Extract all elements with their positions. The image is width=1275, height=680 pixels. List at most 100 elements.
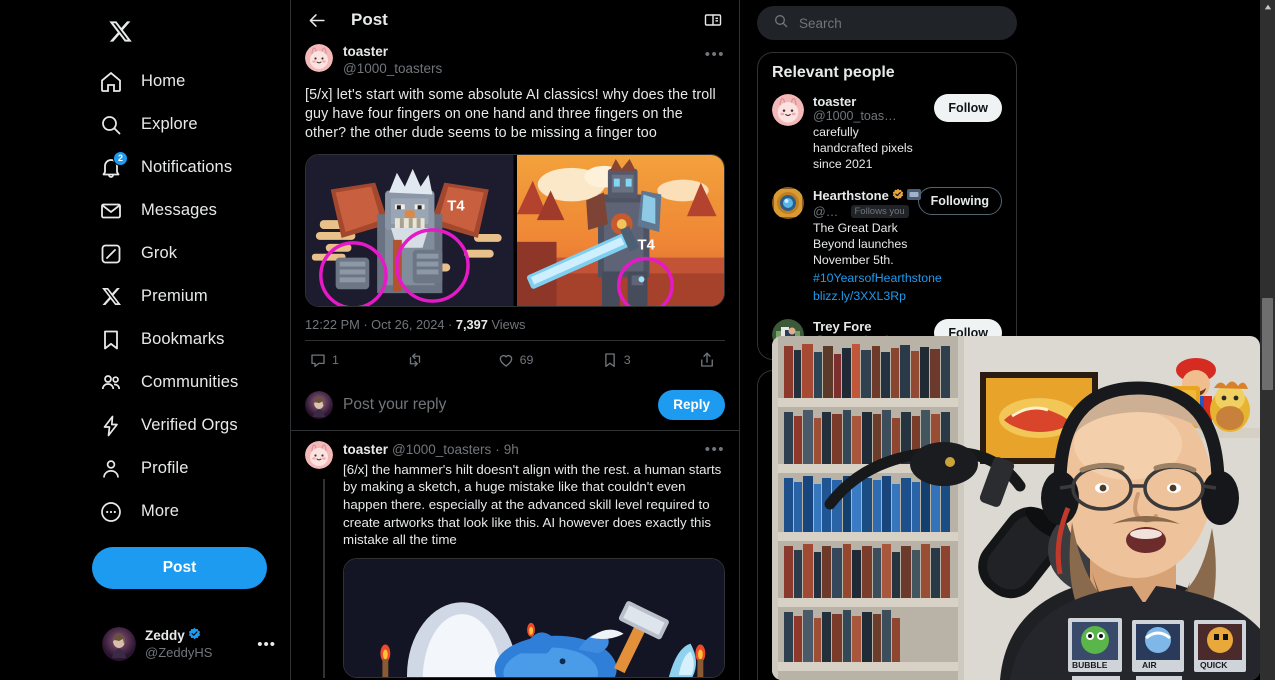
reply-menu-icon[interactable]: ••• xyxy=(705,441,725,458)
sidebar-item-label: Communities xyxy=(141,373,239,391)
search-icon xyxy=(773,13,789,34)
sidebar-item-label: Grok xyxy=(141,244,178,262)
post-media-image-knight[interactable]: T4 xyxy=(516,154,724,306)
svg-text:BUBBLE: BUBBLE xyxy=(1072,660,1108,670)
reply-submit-button[interactable]: Reply xyxy=(658,389,725,420)
reply-media-image[interactable] xyxy=(343,558,725,678)
post-menu-icon[interactable]: ••• xyxy=(705,44,725,63)
scrollbar-thumb[interactable] xyxy=(1262,298,1273,390)
sidebar-item-premium[interactable]: Premium xyxy=(90,275,272,318)
sidebar-item-messages[interactable]: Messages xyxy=(90,189,272,232)
person-name[interactable]: toaster xyxy=(813,94,856,109)
avatar xyxy=(305,390,333,419)
post-author-handle[interactable]: @1000_toasters xyxy=(343,61,695,78)
back-arrow-icon[interactable] xyxy=(305,8,329,32)
sidebar-item-bookmarks[interactable]: Bookmarks xyxy=(90,318,272,361)
avatar[interactable] xyxy=(305,440,333,469)
post-author-names: toaster @1000_toasters xyxy=(343,44,695,78)
post-button[interactable]: Post xyxy=(92,547,267,589)
sidebar-item-home[interactable]: Home xyxy=(90,60,272,103)
reply-text: [6/x] the hammer's hilt doesn't align wi… xyxy=(343,461,722,548)
people-icon xyxy=(98,370,124,396)
post-text: [5/x] let's start with some absolute AI … xyxy=(305,86,716,142)
account-names: Zeddy @ZeddyHS xyxy=(145,627,248,660)
meta-sep-1: · xyxy=(363,316,368,332)
avatar[interactable] xyxy=(305,44,333,72)
sidebar-item-communities[interactable]: Communities xyxy=(90,361,272,404)
person-link[interactable]: blizz.ly/3XXL3Rp xyxy=(813,289,909,305)
relevant-people-title: Relevant people xyxy=(772,64,895,81)
account-name: Zeddy xyxy=(145,628,185,644)
bookmark-count: 3 xyxy=(623,353,631,368)
sidebar-item-more[interactable]: More xyxy=(90,490,272,533)
sidebar-item-grok[interactable]: Grok xyxy=(90,232,272,275)
bookmark-action[interactable]: 3 xyxy=(601,351,631,369)
person-info: Hearthstone @PlayHeartl Follows you The … xyxy=(813,187,942,305)
post-time: 12:22 PM xyxy=(305,316,360,332)
thread-connector xyxy=(323,478,325,678)
person-handle: @1000_toasters xyxy=(813,109,899,123)
page-scrollbar[interactable] xyxy=(1260,0,1275,680)
reply-input[interactable] xyxy=(343,395,649,414)
post-timeline-column: Post toaster @1000_toasters ••• [5/x] le… xyxy=(290,0,740,680)
like-action[interactable]: 69 xyxy=(497,351,533,369)
meta-sep-2: · xyxy=(448,316,453,332)
account-menu-icon[interactable]: ••• xyxy=(257,636,276,653)
person-name[interactable]: Hearthstone xyxy=(813,188,889,203)
scrollbar-up-arrow[interactable] xyxy=(1260,0,1275,14)
x-logo[interactable] xyxy=(96,8,144,54)
sidebar-item-label: Messages xyxy=(141,201,218,219)
following-button[interactable]: Following xyxy=(917,186,1002,215)
sidebar-item-label: Premium xyxy=(141,287,208,305)
sidebar-item-label: Notifications xyxy=(141,158,233,176)
account-handle: @ZeddyHS xyxy=(145,645,213,661)
more-circle-icon xyxy=(98,499,124,525)
avatar[interactable] xyxy=(772,94,804,126)
thread-reply: toaster @1000_toasters · 9h ••• [6/x] th… xyxy=(291,431,739,678)
search-icon xyxy=(98,112,124,138)
account-switcher[interactable]: Zeddy @ZeddyHS ••• xyxy=(96,618,282,670)
media-label-left: T4 xyxy=(447,198,465,214)
person-row-toaster[interactable]: toaster @1000_toasters carefully handcra… xyxy=(758,88,1016,181)
reader-mode-icon[interactable] xyxy=(701,8,725,32)
post-author-name[interactable]: toaster xyxy=(343,44,695,61)
verified-icon xyxy=(188,627,201,645)
post-media-image-troll[interactable]: T4 xyxy=(306,154,514,306)
follow-button[interactable]: Follow xyxy=(934,94,1002,122)
post-metadata: 12:22 PM · Oct 26, 2024 · 7,397 Views xyxy=(291,307,739,340)
sidebar-item-label: Profile xyxy=(141,459,189,477)
person-name[interactable]: Trey Fore xyxy=(813,319,872,334)
avatar xyxy=(102,627,136,661)
sidebar-item-notifications[interactable]: 2 Notifications xyxy=(90,146,272,189)
notification-badge: 2 xyxy=(113,150,128,166)
sidebar-item-label: More xyxy=(141,502,179,520)
search-input[interactable] xyxy=(799,15,1001,31)
reply-action[interactable]: 1 xyxy=(309,351,339,369)
repost-action[interactable] xyxy=(406,351,429,369)
svg-text:AIR: AIR xyxy=(1142,660,1157,670)
sidebar-item-verified-orgs[interactable]: Verified Orgs xyxy=(90,404,272,447)
person-handle: @PlayHeartl xyxy=(813,204,846,219)
person-hashtag[interactable]: #10YearsofHearthstone xyxy=(813,271,942,287)
person-name-row: Hearthstone xyxy=(813,187,921,205)
person-handle-row: @1000_toasters xyxy=(813,109,925,123)
person-row-hearthstone[interactable]: Hearthstone @PlayHeartl Follows you The … xyxy=(758,181,1016,313)
post-views-count: 7,397 xyxy=(455,316,488,332)
reply-author-name[interactable]: toaster xyxy=(343,442,388,457)
relevant-people-card: Relevant people toaster @1000_toasters c… xyxy=(757,52,1017,360)
sidebar-item-explore[interactable]: Explore xyxy=(90,103,272,146)
sidebar-item-label: Verified Orgs xyxy=(141,416,238,434)
bookmark-icon xyxy=(98,327,124,353)
sidebar-item-profile[interactable]: Profile xyxy=(90,447,272,490)
envelope-icon xyxy=(98,198,124,224)
left-sidebar: Home Explore 2 Notifications Messages Gr… xyxy=(90,0,285,680)
post-author-row: toaster @1000_toasters ••• xyxy=(291,40,739,78)
search-bar[interactable] xyxy=(757,6,1017,40)
grok-icon xyxy=(98,241,124,267)
share-action[interactable] xyxy=(698,351,721,369)
reply-author-handle[interactable]: @1000_toasters xyxy=(392,442,491,457)
avatar[interactable] xyxy=(772,186,804,219)
nav-items: Home Explore 2 Notifications Messages Gr… xyxy=(90,60,285,533)
page-title: Post xyxy=(351,10,388,29)
follows-you-badge: Follows you xyxy=(850,205,909,219)
